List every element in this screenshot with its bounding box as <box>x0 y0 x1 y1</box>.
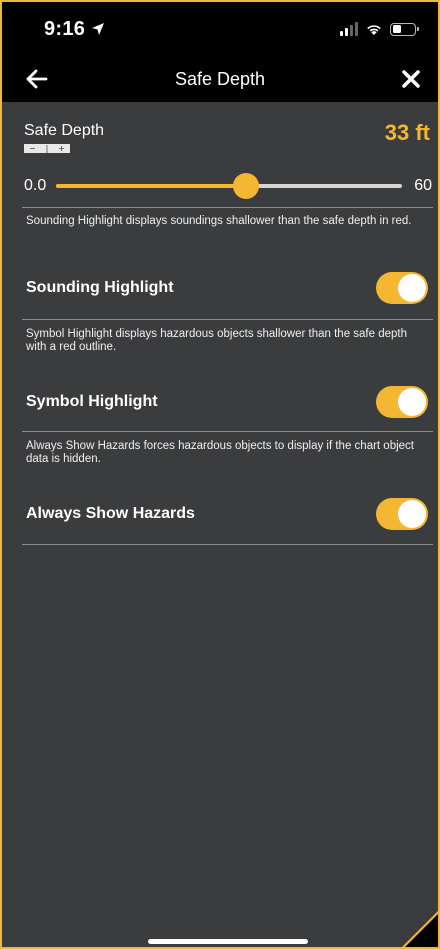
slider-track[interactable] <box>56 173 402 199</box>
always-show-hazards-label: Always Show Hazards <box>26 505 195 522</box>
slider-min-label: 0.0 <box>24 177 47 194</box>
symbol-highlight-label: Symbol Highlight <box>26 393 158 410</box>
symbol-highlight-row: Symbol Highlight <box>26 386 428 420</box>
safe-depth-header: Safe Depth 33 ft − | + <box>24 120 432 166</box>
safe-depth-slider: 0.0 60 <box>24 172 432 200</box>
always-show-hazards-toggle[interactable] <box>376 498 428 530</box>
divider <box>22 544 433 545</box>
toggle-knob <box>398 274 426 302</box>
app-screen: 9:16 Safe Depth Safe Depth 33 ft − | + 0… <box>0 0 440 949</box>
always-show-hazards-row: Always Show Hazards <box>26 498 428 532</box>
location-arrow-icon <box>92 23 105 35</box>
status-icons <box>340 22 419 36</box>
depth-stepper[interactable]: − | + <box>24 144 70 153</box>
slider-max-label: 60 <box>414 177 432 194</box>
divider <box>22 207 433 208</box>
nav-bar: Safe Depth <box>2 56 438 102</box>
home-indicator[interactable] <box>148 939 308 944</box>
sounding-highlight-description: Sounding Highlight displays soundings sh… <box>26 215 412 227</box>
slider-thumb[interactable] <box>233 173 260 199</box>
wifi-icon <box>367 25 381 35</box>
divider <box>22 431 433 432</box>
status-time-group: 9:16 <box>44 18 105 41</box>
arrow-left-icon[interactable] <box>24 66 50 92</box>
close-icon[interactable] <box>400 68 422 90</box>
page-title: Safe Depth <box>174 68 266 89</box>
toggle-knob <box>398 388 426 416</box>
sounding-highlight-toggle[interactable] <box>376 272 428 304</box>
safe-depth-value: 33 ft <box>384 120 430 145</box>
symbol-highlight-toggle[interactable] <box>376 386 428 418</box>
divider <box>22 319 433 320</box>
status-time: 9:16 <box>44 17 86 40</box>
battery-icon <box>390 22 419 36</box>
safe-depth-label: Safe Depth <box>24 122 105 139</box>
symbol-highlight-description: Symbol Highlight displays hazardous obje… <box>26 328 407 353</box>
toggle-knob <box>398 500 426 528</box>
cellular-signal-icon <box>340 22 358 36</box>
stepper-minus[interactable]: − <box>29 144 36 153</box>
corner-resize-icon <box>402 911 438 947</box>
stepper-mid: | <box>45 144 49 153</box>
always-show-hazards-description: Always Show Hazards forces hazardous obj… <box>26 440 414 465</box>
stepper-plus[interactable]: + <box>58 144 65 153</box>
status-bar: 9:16 <box>2 2 438 56</box>
sounding-highlight-row: Sounding Highlight <box>26 272 428 306</box>
sounding-highlight-label: Sounding Highlight <box>26 279 174 296</box>
slider-fill <box>56 184 247 188</box>
